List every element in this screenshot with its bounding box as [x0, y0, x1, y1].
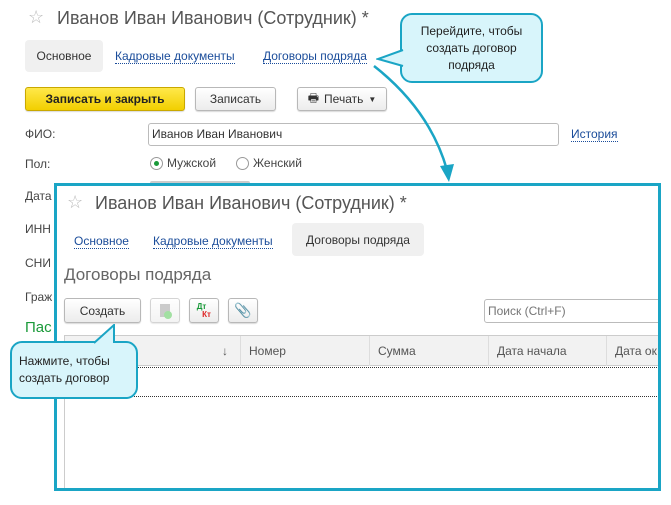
create-copy-button[interactable]	[150, 298, 180, 323]
section-heading: Договоры подряда	[64, 265, 212, 284]
callout-tail	[93, 324, 115, 344]
tab-contracts[interactable]: Договоры подряда	[292, 223, 424, 256]
column-sum[interactable]: Сумма	[370, 336, 489, 366]
create-button[interactable]: Создать	[64, 298, 141, 323]
form-title: Иванов Иван Иванович (Сотрудник) *	[95, 193, 407, 213]
table-row[interactable]	[65, 367, 658, 397]
tab-hint-callout: Перейдите, чтобы создать договор подряда	[400, 13, 543, 83]
document-add-icon	[160, 304, 172, 319]
callout-text: Нажмите, чтобы создать договор	[19, 354, 110, 385]
column-start-date[interactable]: Дата начала	[489, 336, 607, 366]
table-header: ↓ Номер Сумма Дата начала Дата ок	[65, 336, 658, 366]
contracts-table: ↓ Номер Сумма Дата начала Дата ок	[64, 335, 658, 488]
tab-main[interactable]: Основное	[74, 234, 129, 249]
callout-tail	[376, 49, 404, 67]
star-icon[interactable]: ☆	[67, 192, 83, 213]
attach-button[interactable]: 📎	[228, 298, 258, 323]
search-input[interactable]	[484, 299, 658, 323]
contracts-form-overlay: ☆ Иванов Иван Иванович (Сотрудник) * Осн…	[54, 183, 661, 491]
dt-kt-button[interactable]: Дт Кт	[189, 298, 219, 323]
column-number[interactable]: Номер	[241, 336, 370, 366]
paperclip-icon: 📎	[234, 302, 252, 318]
column-end-date[interactable]: Дата ок	[607, 336, 658, 366]
tab-hr-documents[interactable]: Кадровые документы	[153, 234, 273, 249]
kt-icon: Кт	[202, 309, 211, 319]
callout-text: Перейдите, чтобы создать договор подряда	[420, 23, 523, 72]
create-hint-callout: Нажмите, чтобы создать договор	[10, 341, 138, 399]
